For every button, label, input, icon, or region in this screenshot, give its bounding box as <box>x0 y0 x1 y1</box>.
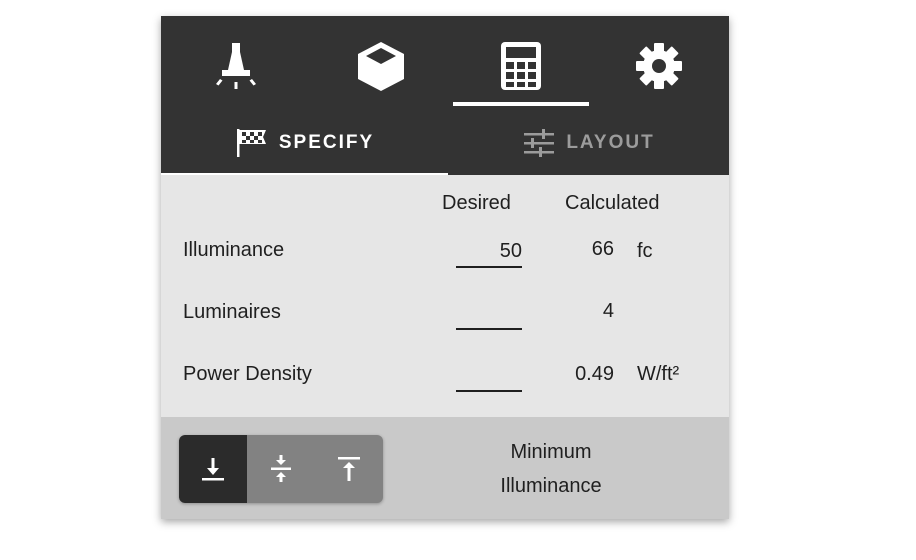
alignment-segmented-control <box>179 435 383 503</box>
calculated-illuminance: 66 <box>591 238 614 260</box>
align-top-icon <box>338 457 360 481</box>
checkered-flag-icon <box>236 129 266 157</box>
unit-power-density: W/ft² <box>637 363 680 385</box>
calculated-power-density: 0.49 <box>575 363 614 385</box>
tab-specify[interactable]: SPECIFY <box>161 121 448 165</box>
align-bottom-icon <box>202 458 224 481</box>
tab-layout[interactable]: LAYOUT <box>448 121 729 165</box>
mode-label: Minimum Illuminance <box>461 435 641 503</box>
row-label-illuminance: Illuminance <box>183 239 285 261</box>
sliders-icon <box>524 129 555 157</box>
align-top-button[interactable] <box>315 435 383 503</box>
tab-layout-label: LAYOUT <box>566 132 655 153</box>
ceiling-lamp-icon[interactable] <box>206 38 266 94</box>
calculation-panel: SPECIFY LAYOUT Desired Calculated Illumi… <box>161 16 729 519</box>
align-center-icon <box>271 455 291 482</box>
calculated-luminaires: 4 <box>602 300 614 322</box>
mode-label-line2: Illuminance <box>500 475 602 497</box>
column-header-calculated: Calculated <box>565 192 660 214</box>
header-bar: SPECIFY LAYOUT <box>161 16 729 175</box>
mode-label-line1: Minimum <box>510 441 592 463</box>
footer-bar: Minimum Illuminance <box>161 417 729 519</box>
row-label-power-density: Power Density <box>183 363 312 385</box>
subtab-indicator <box>161 173 448 175</box>
gear-icon[interactable] <box>629 38 689 94</box>
calculator-icon[interactable] <box>491 38 551 94</box>
align-bottom-button[interactable] <box>179 435 247 503</box>
column-header-desired: Desired <box>442 192 511 214</box>
cube-icon[interactable] <box>351 38 411 94</box>
active-tab-indicator <box>453 102 589 106</box>
unit-illuminance: fc <box>637 240 653 262</box>
row-label-luminaires: Luminaires <box>183 301 281 323</box>
tab-specify-label: SPECIFY <box>278 132 375 153</box>
align-center-button[interactable] <box>247 435 315 503</box>
